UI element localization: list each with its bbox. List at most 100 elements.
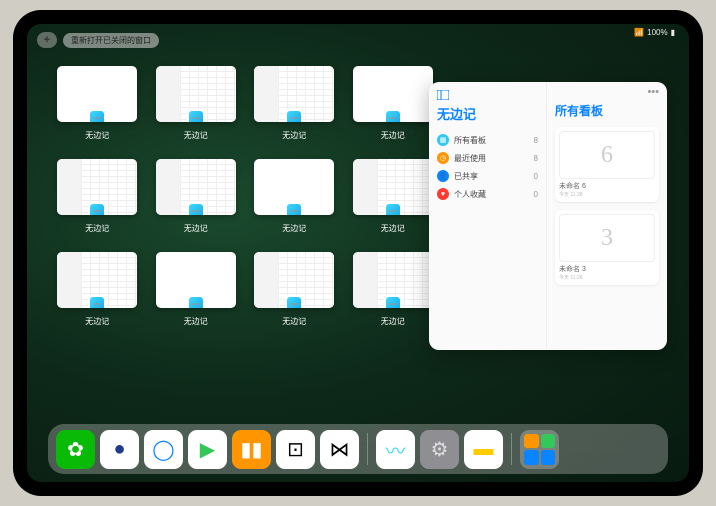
heart-icon: ♥ (437, 188, 449, 200)
window-card[interactable]: 〰无边记 (252, 66, 337, 141)
window-card[interactable]: 〰无边记 (55, 252, 140, 327)
app-badge: 〰 (187, 109, 205, 122)
app-badge: 〰 (384, 109, 402, 122)
dock-app-wechat[interactable]: ✿ (56, 430, 95, 469)
popover-content: ••• 所有看板 6 未命名 6今天 11:28 3 未命名 3今天 11:26 (547, 82, 667, 350)
category-label: 已共享 (454, 171, 478, 182)
window-thumbnail[interactable]: 〰 (353, 66, 433, 122)
window-thumbnail[interactable]: 〰 (254, 66, 334, 122)
grid-icon: ▦ (437, 134, 449, 146)
dock-app-notes[interactable]: ▬ (464, 430, 503, 469)
category-item[interactable]: ♥ 个人收藏 0 (437, 185, 538, 203)
category-count: 0 (534, 172, 538, 181)
app-badge: 〰 (384, 202, 402, 215)
window-label: 无边记 (184, 316, 208, 327)
board-card[interactable]: 3 未命名 3今天 11:26 (555, 210, 659, 285)
app-badge: 〰 (384, 295, 402, 308)
window-thumbnail[interactable]: 〰 (254, 159, 334, 215)
window-thumbnail[interactable]: 〰 (353, 159, 433, 215)
category-label: 最近使用 (454, 153, 486, 164)
freeform-popover: 无边记 ▦ 所有看板 8 ◷ 最近使用 8 👤 已共享 0 ♥ 个人收藏 0 ••• 所有看板 6 未命… (429, 82, 667, 350)
dock-divider (367, 433, 368, 465)
person-icon: 👤 (437, 170, 449, 182)
category-label: 个人收藏 (454, 189, 486, 200)
popover-sidebar: 无边记 ▦ 所有看板 8 ◷ 最近使用 8 👤 已共享 0 ♥ 个人收藏 0 (429, 82, 547, 350)
window-card[interactable]: 〰无边记 (351, 252, 436, 327)
popover-title: 无边记 (437, 104, 538, 123)
app-badge: 〰 (88, 295, 106, 308)
window-card[interactable]: 〰无边记 (351, 66, 436, 141)
app-badge: 〰 (285, 202, 303, 215)
app-badge: 〰 (88, 109, 106, 122)
boards-section-title: 所有看板 (555, 102, 659, 119)
app-badge: 〰 (285, 109, 303, 122)
dock-app-dice[interactable]: ⊡ (276, 430, 315, 469)
window-label: 无边记 (85, 223, 109, 234)
dock-divider (511, 433, 512, 465)
dock-app-library[interactable] (520, 430, 559, 469)
window-card[interactable]: 〰无边记 (252, 252, 337, 327)
window-thumbnail[interactable]: 〰 (57, 159, 137, 215)
window-card[interactable]: 〰无边记 (154, 159, 239, 234)
category-count: 8 (534, 136, 538, 145)
status-bar: 📶 100% ▮ (634, 28, 675, 37)
window-label: 无边记 (85, 316, 109, 327)
category-list: ▦ 所有看板 8 ◷ 最近使用 8 👤 已共享 0 ♥ 个人收藏 0 (437, 131, 538, 203)
sidebar-toggle-icon[interactable] (437, 90, 538, 100)
window-card[interactable]: 〰无边记 (154, 252, 239, 327)
battery-icon: ▮ (671, 28, 675, 37)
window-thumbnail[interactable]: 〰 (156, 159, 236, 215)
signal-icon: 📶 (634, 28, 644, 37)
category-count: 8 (534, 154, 538, 163)
window-label: 无边记 (184, 223, 208, 234)
category-item[interactable]: ◷ 最近使用 8 (437, 149, 538, 167)
window-thumbnail[interactable]: 〰 (156, 66, 236, 122)
app-badge: 〰 (187, 295, 205, 308)
dock: ✿●◯▶▮▮⊡⋈ 〰⚙▬ (48, 424, 668, 474)
app-switcher-grid: 〰无边记〰无边记〰无边记〰无边记〰无边记〰无边记〰无边记〰无边记〰无边记〰无边记… (55, 66, 435, 327)
screen: 📶 100% ▮ + 重新打开已关闭的窗口 〰无边记〰无边记〰无边记〰无边记〰无… (27, 24, 689, 482)
window-thumbnail[interactable]: 〰 (156, 252, 236, 308)
dock-app-play[interactable]: ▶ (188, 430, 227, 469)
window-thumbnail[interactable]: 〰 (353, 252, 433, 308)
ipad-frame: 📶 100% ▮ + 重新打开已关闭的窗口 〰无边记〰无边记〰无边记〰无边记〰无… (13, 10, 703, 496)
battery-text: 100% (647, 28, 667, 37)
app-badge: 〰 (88, 202, 106, 215)
board-thumbnail: 6 (559, 131, 655, 179)
window-card[interactable]: 〰无边记 (351, 159, 436, 234)
board-timestamp: 今天 11:26 (559, 274, 655, 281)
dock-app-books[interactable]: ▮▮ (232, 430, 271, 469)
new-window-button[interactable]: + (37, 32, 57, 48)
dock-app-browser2[interactable]: ◯ (144, 430, 183, 469)
board-timestamp: 今天 11:28 (559, 191, 655, 198)
app-badge: 〰 (285, 295, 303, 308)
window-thumbnail[interactable]: 〰 (254, 252, 334, 308)
category-count: 0 (534, 190, 538, 199)
app-badge: 〰 (187, 202, 205, 215)
window-label: 无边记 (282, 223, 306, 234)
category-item[interactable]: 👤 已共享 0 (437, 167, 538, 185)
window-card[interactable]: 〰无边记 (252, 159, 337, 234)
board-thumbnail: 3 (559, 214, 655, 262)
reopen-closed-window-button[interactable]: 重新打开已关闭的窗口 (63, 33, 159, 48)
window-thumbnail[interactable]: 〰 (57, 66, 137, 122)
dock-app-freeform[interactable]: 〰 (376, 430, 415, 469)
window-card[interactable]: 〰无边记 (55, 66, 140, 141)
top-bar: + 重新打开已关闭的窗口 (37, 32, 159, 48)
category-label: 所有看板 (454, 135, 486, 146)
window-card[interactable]: 〰无边记 (55, 159, 140, 234)
clock-icon: ◷ (437, 152, 449, 164)
window-card[interactable]: 〰无边记 (154, 66, 239, 141)
board-card[interactable]: 6 未命名 6今天 11:28 (555, 127, 659, 202)
board-label: 未命名 6 (559, 181, 655, 191)
dock-app-settings[interactable]: ⚙ (420, 430, 459, 469)
window-label: 无边记 (282, 316, 306, 327)
window-label: 无边记 (381, 130, 405, 141)
dock-app-browser1[interactable]: ● (100, 430, 139, 469)
window-thumbnail[interactable]: 〰 (57, 252, 137, 308)
more-options-icon[interactable]: ••• (647, 86, 659, 98)
board-label: 未命名 3 (559, 264, 655, 274)
window-label: 无边记 (184, 130, 208, 141)
category-item[interactable]: ▦ 所有看板 8 (437, 131, 538, 149)
dock-app-connect[interactable]: ⋈ (320, 430, 359, 469)
